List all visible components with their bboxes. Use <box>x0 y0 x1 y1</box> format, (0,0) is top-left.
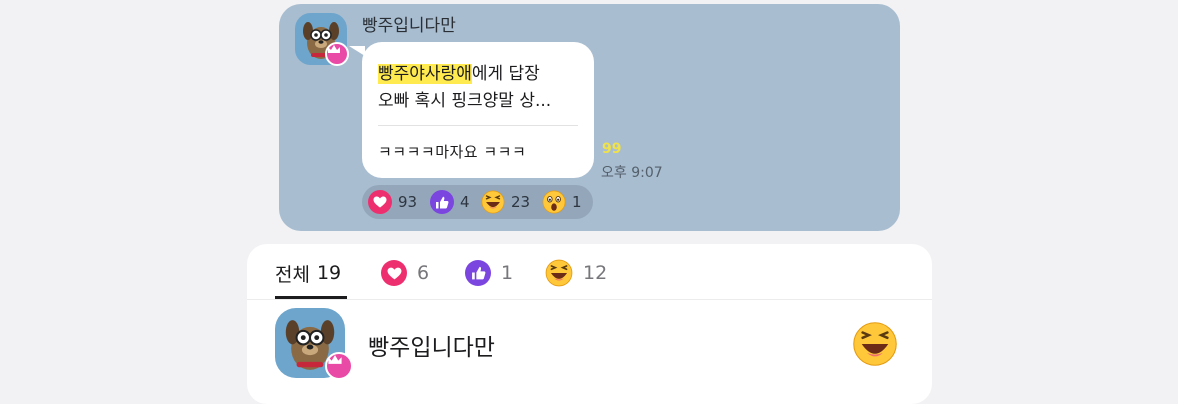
tab-heart-count: 6 <box>417 262 430 284</box>
unread-count: 99 <box>602 141 622 157</box>
reply-target-name[interactable]: 빵주야사랑애 <box>378 64 472 84</box>
reply-suffix: 에게 답장 <box>471 64 540 84</box>
sender-avatar[interactable] <box>295 13 349 66</box>
tab-laughing-count: 12 <box>583 262 608 284</box>
tab-laughing[interactable]: 12 <box>545 258 607 288</box>
reaction-heart[interactable]: 93 <box>368 190 417 214</box>
tab-heart[interactable]: 6 <box>381 258 429 288</box>
reaction-thumbs-up[interactable]: 4 <box>430 190 470 214</box>
reaction-count: 1 <box>572 193 582 211</box>
crown-badge-icon <box>325 352 353 380</box>
message-text: ㅋㅋㅋㅋ마자요 ㅋㅋㅋ <box>378 143 527 161</box>
laughing-emoji-icon <box>481 190 505 214</box>
tab-thumbs-up[interactable]: 1 <box>465 258 513 288</box>
laughing-emoji-icon <box>545 259 573 287</box>
reacted-user-name: 빵주입니다만 <box>368 335 495 361</box>
message-bubble[interactable]: 빵주야사랑애에게 답장 오빠 혹시 핑크양말 상... ㅋㅋㅋㅋ마자요 ㅋㅋㅋ <box>362 42 594 178</box>
tab-thumbs-up-count: 1 <box>501 262 514 284</box>
thumbs-up-icon <box>465 260 491 286</box>
message-time: 오후 9:07 <box>601 165 663 181</box>
tab-all[interactable]: 전체 19 <box>275 258 341 288</box>
reply-preview[interactable]: 오빠 혹시 핑크양말 상... <box>378 86 551 111</box>
crown-badge-icon <box>325 42 349 66</box>
sender-name: 빵주입니다만 <box>362 16 456 36</box>
heart-icon <box>381 260 407 286</box>
thumbs-up-icon <box>430 190 454 214</box>
heart-icon <box>368 190 392 214</box>
surprised-emoji-icon <box>542 190 566 214</box>
user-avatar[interactable] <box>275 308 353 380</box>
reaction-count: 23 <box>511 193 531 211</box>
reaction-summary-bar[interactable]: 93 4 23 1 <box>362 185 593 219</box>
reaction-laughing[interactable]: 23 <box>481 190 530 214</box>
tabs-divider <box>247 299 932 300</box>
user-reaction-laughing-icon <box>852 321 898 367</box>
reaction-detail-panel: 전체 19 6 1 12 빵주입니다만 <box>247 244 932 404</box>
tab-all-count: 19 <box>316 262 342 284</box>
reaction-surprised[interactable]: 1 <box>542 190 582 214</box>
tab-all-label: 전체 <box>275 263 310 286</box>
bubble-divider <box>378 125 578 126</box>
reaction-count: 93 <box>398 193 418 211</box>
reply-header: 빵주야사랑애에게 답장 <box>378 59 540 84</box>
reaction-count: 4 <box>460 193 470 211</box>
